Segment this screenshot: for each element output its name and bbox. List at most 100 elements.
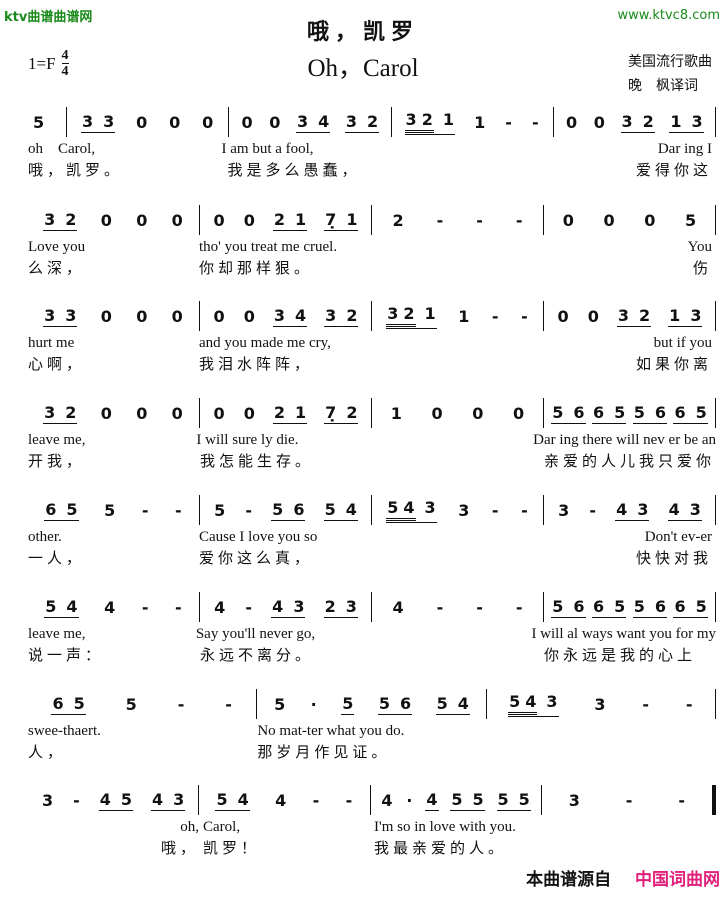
beam-group: 54: [44, 597, 79, 618]
lyrics-english: hurt me and you made me cry, but if you: [28, 335, 716, 353]
measure: 655--: [28, 495, 200, 525]
note: 3: [345, 111, 358, 131]
beam-group: 43: [150, 790, 186, 811]
measure: 3211--: [392, 107, 554, 137]
note: 3: [424, 497, 436, 517]
note: 2: [639, 305, 651, 325]
lyric-chinese: 亲爱的人儿我只爱你: [544, 452, 716, 470]
note: 4: [668, 499, 680, 519]
beam-group: 65: [591, 596, 627, 618]
beam-group: 5: [341, 693, 355, 715]
note: 3: [103, 111, 115, 131]
score-row: 5 3 3 0 0 0 0 0 3 4 3 2 3 2 1 1- -0 0 3 2 1 3 oh Carol, I am but…: [28, 107, 716, 179]
note: 4: [426, 789, 438, 809]
note: 6: [52, 693, 64, 713]
score-row: 6 5 5- -5 · 5 5 6 5 4 5 4 3 3- - swee-thaert. No mat-ter…: [28, 689, 716, 761]
note: 0: [213, 306, 225, 326]
beam-group: 33: [43, 306, 78, 327]
lyric-chinese: 哦，: [160, 839, 199, 857]
note: 6: [573, 402, 585, 422]
lyric-chinese: 我泪水阵阵，: [199, 355, 314, 373]
time-bottom: 4: [61, 64, 69, 79]
note: 5: [552, 402, 564, 422]
notes-line: 6 5 5- -5 · 5 5 6 5 4 5 4 3 3- -: [28, 689, 716, 719]
lyric-chinese: [370, 547, 541, 567]
note: 4: [403, 497, 415, 517]
score-row: 3 3 0 0 0 0 0 3 4 3 2 3 2 1 1- -0 0 3 2 1 3 hurt me and you ma…: [28, 301, 716, 373]
note: 4: [318, 111, 330, 131]
note: -: [177, 694, 185, 714]
note: -: [515, 597, 523, 617]
note: -: [312, 790, 320, 810]
note: -: [175, 500, 182, 520]
lyric-english: tho' you treat me cruel.: [199, 239, 338, 255]
measure: 5433--: [487, 689, 716, 719]
lyric-chinese: [372, 450, 544, 470]
note: 2: [367, 111, 379, 131]
lyric-english: and you made me cry,: [199, 335, 331, 351]
note: 6: [592, 596, 605, 616]
lyric-chinese: [545, 837, 716, 857]
note: 3: [689, 499, 701, 519]
beam-group: 32: [616, 305, 652, 327]
lyric-chinese: 心啊，: [28, 355, 86, 373]
beam-group: 55: [450, 789, 485, 811]
note: 5: [451, 789, 463, 809]
lyric-chinese: 我怎能生存。: [200, 452, 315, 470]
beam-group: 54: [215, 790, 250, 811]
score-row: 3 2 0 0 0 0 0 2 1 7̣ 1 2- - -0 0 0 5 Love you tho' you tre…: [28, 205, 716, 277]
measure: 1 0 0 0: [372, 398, 544, 428]
measure: 003432: [200, 301, 372, 331]
note: 1: [295, 209, 307, 229]
note: 0: [243, 210, 255, 230]
note: 3: [81, 111, 94, 131]
lyrics-chinese: 心啊， 我泪水阵阵， 如果你离: [28, 353, 716, 373]
beam-group: 54: [508, 692, 538, 715]
note: ·: [310, 694, 317, 714]
measure: 544--: [199, 785, 371, 815]
note: 5: [614, 402, 626, 422]
lyric-chinese: [372, 644, 544, 664]
note: 4: [214, 597, 226, 617]
note: 5: [497, 789, 509, 809]
lyric-chinese: 么深，: [28, 259, 86, 277]
lyric-chinese: 那岁月作见证。: [257, 743, 391, 761]
note: 2: [65, 209, 77, 229]
notes-line: 3-4 5 4 3 5 4 4- -4 · 4 5 5 5 5 3- -: [28, 785, 716, 815]
title-chinese: 哦，凯罗: [306, 20, 419, 45]
note: 5: [272, 499, 284, 519]
note: ·: [406, 790, 413, 810]
note: -: [225, 694, 232, 714]
measure: 33 0 0 0: [67, 107, 230, 137]
beam-group: 32: [43, 209, 78, 231]
note: 6: [592, 402, 605, 422]
lyrics-english: swee-thaert. No mat-ter what you do.: [28, 723, 716, 741]
note: 2: [324, 596, 336, 616]
beam-group: 56: [551, 402, 586, 424]
note: 0: [100, 306, 112, 326]
beam-group: 21: [272, 403, 308, 424]
note: 0: [100, 210, 112, 230]
note: -: [685, 694, 693, 714]
lyric-chinese: 凯罗！: [203, 839, 261, 857]
note: 7̣: [325, 209, 337, 229]
measure: 56655665: [544, 592, 716, 622]
beam-group: 32: [404, 110, 434, 133]
lyric-english: [370, 529, 541, 547]
score-row: 3-4 5 4 3 5 4 4- -4 · 4 5 5 5 5 3- - oh, Carol, I'm so in …: [28, 785, 716, 857]
note: 0: [593, 112, 605, 132]
lyric-english: [370, 239, 541, 257]
lyric-chinese: 快快对我: [635, 549, 712, 567]
note: 5: [342, 693, 354, 713]
note: 0: [562, 210, 574, 230]
note: 0: [243, 306, 255, 326]
beam-group: 54: [435, 694, 470, 715]
score-row: 6 5 5- -5-5 6 5 4 5 4 3 3- -3-4 3 4 3 other. Cause I lov…: [28, 495, 716, 567]
note: 5: [120, 789, 132, 809]
beam-group: 65: [673, 597, 708, 618]
lyric-chinese: 你却那样狠。: [199, 259, 314, 277]
note: 4: [345, 499, 357, 519]
beam-group: 54: [386, 497, 416, 521]
note: 5: [614, 596, 626, 616]
note: 1: [669, 305, 681, 325]
